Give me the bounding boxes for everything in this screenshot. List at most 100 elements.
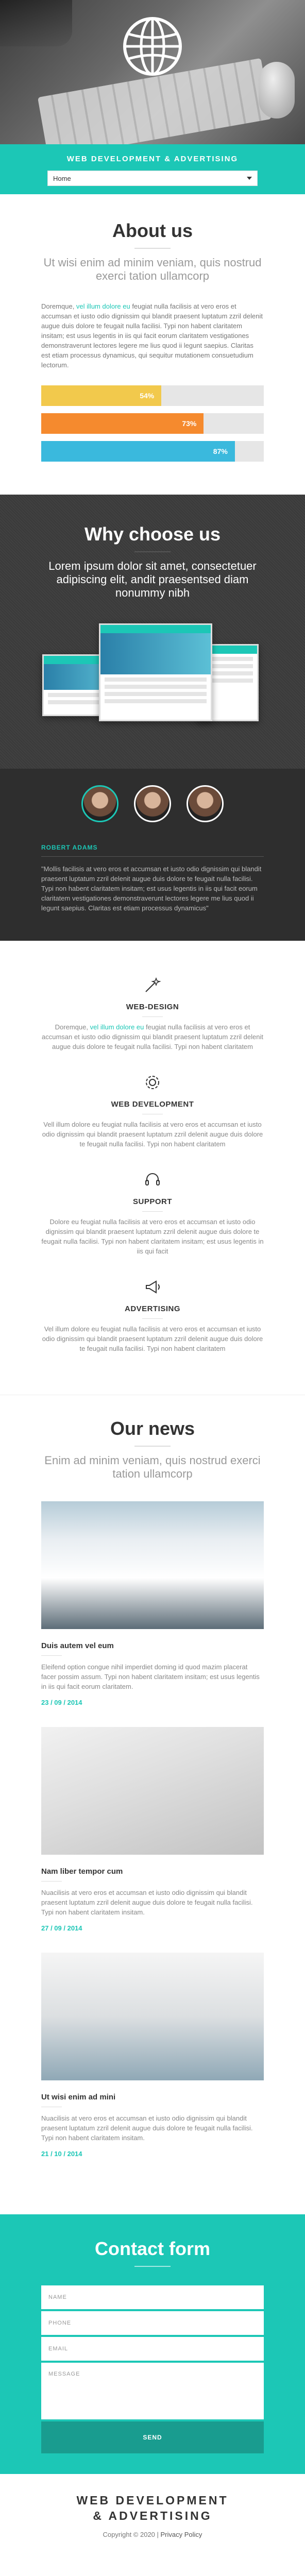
news-item-title[interactable]: Duis autem vel eum xyxy=(41,1641,264,1650)
email-field[interactable]: EMAIL xyxy=(41,2337,264,2361)
news-item-text: Eleifend option congue nihil imperdiet d… xyxy=(41,1663,260,1690)
hero-image xyxy=(0,0,305,144)
divider xyxy=(134,551,171,552)
divider xyxy=(142,1211,163,1212)
service-item: ADVERTISING Vel illum dolore eu feugiat n… xyxy=(41,1277,264,1353)
divider xyxy=(41,1881,62,1882)
divider xyxy=(134,1446,171,1447)
testimonial-section: ROBERT ADAMS "Mollis facilisis at vero e… xyxy=(0,769,305,941)
headset-icon xyxy=(142,1170,163,1190)
news-item-date: 27 / 09 / 2014 xyxy=(41,1924,82,1932)
footer: WEB DEVELOPMENT & ADVERTISING Copyright … xyxy=(0,2474,305,2569)
device-mockups xyxy=(42,623,264,726)
testimonial-name: ROBERT ADAMS xyxy=(41,844,98,851)
skill-bar-label: 73% xyxy=(182,419,197,428)
news-item: Nam liber tempor cum Nuacilisis at vero e… xyxy=(41,1727,264,1932)
avatar[interactable] xyxy=(81,785,118,822)
chevron-down-icon xyxy=(247,177,252,180)
name-field[interactable]: NAME xyxy=(41,2285,264,2309)
service-text-pre: Dolore eu feugiat nulla facilisis at ver… xyxy=(41,1218,264,1255)
mockup-screen-center xyxy=(99,623,212,721)
avatar[interactable] xyxy=(134,785,171,822)
contact-section: Contact form NAME PHONE EMAIL MESSAGE SE… xyxy=(0,2214,305,2474)
about-intro-post: feugiat nulla facilisis at vero eros et … xyxy=(41,302,263,369)
contact-form: NAME PHONE EMAIL MESSAGE SEND xyxy=(41,2285,264,2453)
about-subtitle: Ut wisi enim ad minim veniam, quis nostr… xyxy=(43,256,262,282)
why-section: Why choose us Lorem ipsum dolor sit amet… xyxy=(0,495,305,769)
divider xyxy=(134,248,171,249)
privacy-policy-link[interactable]: Privacy Policy xyxy=(161,2531,202,2538)
skill-bar-label: 54% xyxy=(140,392,155,400)
news-image[interactable] xyxy=(41,1501,264,1629)
skill-bar-fill: 73% xyxy=(41,413,204,434)
service-text-pre: Vel illum dolore eu feugiat nulla facili… xyxy=(42,1325,263,1352)
send-button[interactable]: SEND xyxy=(41,2421,264,2453)
news-item-text: Nuacilisis at vero eros et accumsan et i… xyxy=(41,2114,253,2142)
gear-icon xyxy=(142,1072,163,1093)
service-item: WEB DEVELOPMENT Vell illum dolore eu feug… xyxy=(41,1072,264,1149)
news-item-date: 23 / 09 / 2014 xyxy=(41,1699,82,1706)
service-title: ADVERTISING xyxy=(124,1304,180,1313)
copyright: Copyright © 2020 | Privacy Policy xyxy=(0,2531,305,2538)
news-item-title[interactable]: Ut wisi enim ad mini xyxy=(41,2093,264,2102)
megaphone-icon xyxy=(142,1277,163,1297)
news-item-text: Nuacilisis at vero eros et accumsan et i… xyxy=(41,1889,253,1916)
divider xyxy=(142,1318,163,1319)
news-item-date: 21 / 10 / 2014 xyxy=(41,2150,82,2158)
news-item: Ut wisi enim ad mini Nuacilisis at vero e… xyxy=(41,1953,264,2158)
skill-bar-fill: 87% xyxy=(41,441,235,462)
service-text-highlight: vel illum dolore eu xyxy=(90,1023,144,1031)
about-intro-highlight: vel illum dolore eu xyxy=(76,302,130,310)
skill-bars: 54% 73% 87% xyxy=(41,385,264,462)
news-section: Our news Enim ad minim veniam, quis nost… xyxy=(0,1395,305,2183)
brand-bar: WEB DEVELOPMENT & ADVERTISING Home xyxy=(0,144,305,194)
service-item: WEB-DESIGN Doremque, vel illum dolore eu … xyxy=(41,975,264,1052)
avatar[interactable] xyxy=(187,785,224,822)
testimonial-avatars xyxy=(0,785,305,822)
nav-select-value: Home xyxy=(53,174,71,182)
skill-bar: 54% xyxy=(41,385,264,406)
why-subtitle: Lorem ipsum dolor sit amet, consectetuer… xyxy=(48,560,257,599)
service-text: Doremque, vel illum dolore eu feugiat nu… xyxy=(41,1022,264,1052)
message-field[interactable]: MESSAGE xyxy=(41,2363,264,2419)
copyright-text: Copyright © 2020 | xyxy=(103,2531,161,2538)
skill-bar: 87% xyxy=(41,441,264,462)
news-subtitle: Enim ad minim veniam, quis nostrud exerc… xyxy=(44,1454,261,1480)
divider xyxy=(134,2266,171,2267)
why-title: Why choose us xyxy=(84,523,221,545)
divider xyxy=(41,1655,62,1656)
service-title: WEB-DESIGN xyxy=(126,1003,179,1011)
service-text: Dolore eu feugiat nulla facilisis at ver… xyxy=(41,1217,264,1256)
service-text: Vel illum dolore eu feugiat nulla facili… xyxy=(41,1324,264,1353)
news-title: Our news xyxy=(110,1418,195,1439)
service-title: WEB DEVELOPMENT xyxy=(111,1100,194,1109)
footer-brand: WEB DEVELOPMENT & ADVERTISING xyxy=(76,2494,229,2522)
service-text-pre: Vell illum dolore eu feugiat nulla facil… xyxy=(42,1121,263,1148)
service-title: SUPPORT xyxy=(132,1197,172,1206)
skill-bar-label: 87% xyxy=(213,447,228,455)
about-title: About us xyxy=(112,220,193,241)
about-intro-pre: Doremque, xyxy=(41,302,76,310)
about-paragraph: Doremque, vel illum dolore eu feugiat nu… xyxy=(41,301,264,370)
service-text: Vell illum dolore eu feugiat nulla facil… xyxy=(41,1120,264,1149)
service-item: SUPPORT Dolore eu feugiat nulla facilisis… xyxy=(41,1170,264,1256)
site-brand[interactable]: WEB DEVELOPMENT & ADVERTISING xyxy=(0,155,305,163)
about-section: About us Ut wisi enim ad minim veniam, q… xyxy=(0,194,305,495)
desk-object xyxy=(0,0,72,46)
services-section: WEB-DESIGN Doremque, vel illum dolore eu … xyxy=(0,941,305,1395)
service-text-pre: Doremque, xyxy=(55,1023,90,1031)
divider xyxy=(41,856,264,857)
news-image[interactable] xyxy=(41,1727,264,1855)
skill-bar-fill: 54% xyxy=(41,385,162,406)
nav-select[interactable]: Home xyxy=(47,171,258,186)
news-item-title[interactable]: Nam liber tempor cum xyxy=(41,1867,264,1876)
mouse-image xyxy=(259,62,295,118)
phone-field[interactable]: PHONE xyxy=(41,2311,264,2335)
magic-wand-icon xyxy=(142,975,163,995)
testimonial-quote: "Mollis facilisis at vero eros et accums… xyxy=(41,865,262,912)
globe-icon xyxy=(123,17,182,76)
news-item: Duis autem vel eum Eleifend option congue… xyxy=(41,1501,264,1706)
news-image[interactable] xyxy=(41,1953,264,2080)
skill-bar: 73% xyxy=(41,413,264,434)
divider xyxy=(142,1016,163,1017)
